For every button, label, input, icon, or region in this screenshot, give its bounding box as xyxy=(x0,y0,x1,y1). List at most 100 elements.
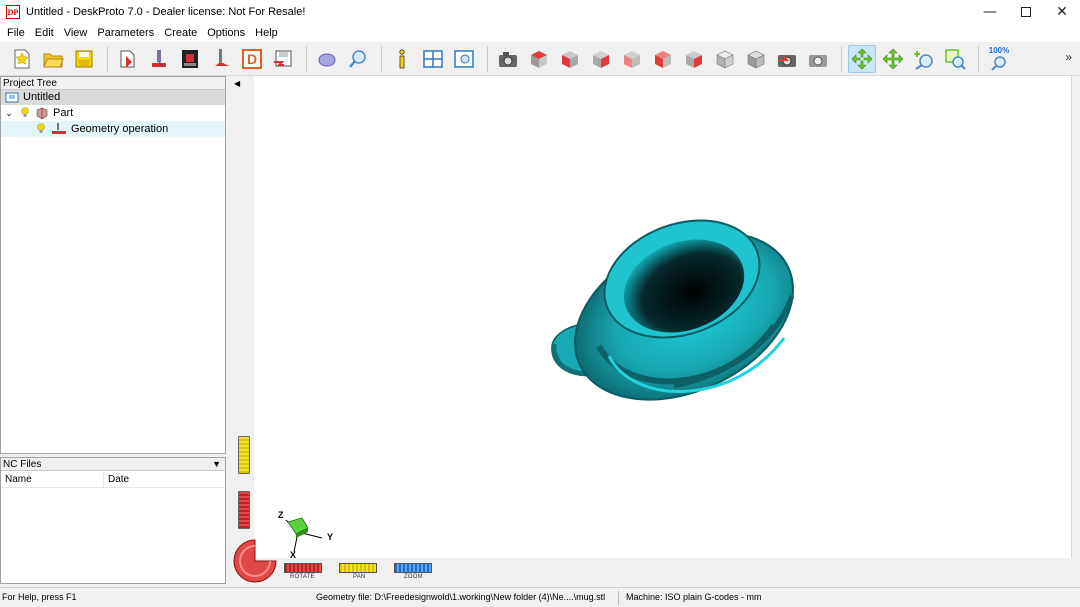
geometry-zoom-button[interactable] xyxy=(344,45,372,73)
camera-icon xyxy=(499,51,517,67)
column-header-name[interactable]: Name xyxy=(1,471,104,487)
cube-back-icon xyxy=(655,50,671,68)
zoom-window-icon xyxy=(945,48,966,70)
view-right-button[interactable] xyxy=(587,45,615,73)
camera-redo-icon xyxy=(809,54,827,67)
maximize-button[interactable] xyxy=(1008,0,1044,24)
machine-parameters-button[interactable] xyxy=(176,45,204,73)
menu-parameters[interactable]: Parameters xyxy=(92,24,159,42)
menu-help[interactable]: Help xyxy=(250,24,283,42)
info-icon xyxy=(399,48,405,68)
view-top-button[interactable] xyxy=(525,45,553,73)
cube-front-icon xyxy=(562,50,578,68)
magnifier-icon xyxy=(349,49,366,68)
project-icon xyxy=(5,92,19,103)
deskproto-window: DP Untitled - DeskProto 7.0 - Dealer lic… xyxy=(0,0,1080,607)
operation-parameters-button[interactable] xyxy=(145,45,173,73)
tree-item-label: Geometry operation xyxy=(71,123,169,135)
menu-file[interactable]: File xyxy=(2,24,30,42)
part-icon xyxy=(36,107,48,120)
toolbar-separator xyxy=(381,45,382,72)
zoom-100-icon xyxy=(991,55,1006,71)
menu-options[interactable]: Options xyxy=(202,24,250,42)
status-machine: Machine: ISO plain G-codes - mm xyxy=(626,592,762,602)
column-header-date[interactable]: Date xyxy=(104,471,129,487)
tree-root-untitled[interactable]: Untitled xyxy=(1,90,225,105)
geometry-view-icon xyxy=(318,52,336,67)
pan-mode-button[interactable] xyxy=(879,45,907,73)
axis-y-label: Y xyxy=(327,532,333,542)
geometry-view-button[interactable] xyxy=(313,45,341,73)
drawing-parameters-button[interactable]: D xyxy=(238,45,266,73)
save-nc-icon xyxy=(274,50,292,66)
view-layout-button[interactable] xyxy=(450,45,478,73)
nc-files-title: NC Files ▼ xyxy=(1,458,225,471)
lightbulb-icon[interactable] xyxy=(35,122,47,136)
nc-files-title-label: NC Files xyxy=(3,459,42,470)
menu-create[interactable]: Create xyxy=(159,24,202,42)
pan-horizontal-slider[interactable] xyxy=(339,563,377,573)
tree-item-label: Part xyxy=(53,107,74,119)
status-divider xyxy=(618,591,619,605)
zoom-fit-button[interactable]: 100% xyxy=(985,45,1013,73)
rotate-horizontal-slider[interactable] xyxy=(284,563,322,573)
status-geometry-file: Geometry file: D:\Freedesignwold\1.worki… xyxy=(316,592,606,602)
view-undo-button[interactable] xyxy=(773,45,801,73)
operation-icon xyxy=(52,123,66,134)
minimize-button[interactable]: — xyxy=(972,0,1008,24)
save-project-button[interactable] xyxy=(70,45,98,73)
view-bottom-button[interactable] xyxy=(680,45,708,73)
rotate-dial[interactable] xyxy=(232,538,278,584)
info-button[interactable] xyxy=(388,45,416,73)
project-tree-panel: Project Tree Untitled ⌄ Part Geometry op… xyxy=(0,76,226,454)
save-nc-button[interactable] xyxy=(269,45,297,73)
viewport-area: ◀ Z Y X ROTATE PAN ZOOM xyxy=(230,76,1072,584)
view-iso-2-button[interactable] xyxy=(742,45,770,73)
rotate-vertical-slider[interactable] xyxy=(238,491,250,529)
zoom-window-button[interactable] xyxy=(941,45,969,73)
axis-z-label: Z xyxy=(278,510,284,520)
new-project-button[interactable] xyxy=(8,45,36,73)
nc-files-table-header: Name Date xyxy=(1,471,225,488)
collapse-left-icon[interactable]: ◀ xyxy=(234,79,240,88)
operation-parameters-icon xyxy=(152,49,166,67)
menu-bar: File Edit View Parameters Create Options… xyxy=(0,24,1080,42)
view-redo-button[interactable] xyxy=(804,45,832,73)
3d-viewport[interactable]: Z Y X xyxy=(254,76,1072,558)
title-bar: DP Untitled - DeskProto 7.0 - Dealer lic… xyxy=(0,0,1080,24)
close-button[interactable]: ✕ xyxy=(1044,0,1080,24)
lightbulb-icon[interactable] xyxy=(19,106,31,120)
tree-root-label: Untitled xyxy=(23,91,61,103)
view-left-button[interactable] xyxy=(618,45,646,73)
tile-views-button[interactable] xyxy=(419,45,447,73)
svg-text:D: D xyxy=(247,51,257,67)
tree-item-part[interactable]: ⌄ Part xyxy=(1,105,225,121)
mug-model[interactable] xyxy=(254,76,1072,558)
zoom-mode-button[interactable] xyxy=(910,45,938,73)
rotate-slider-label: ROTATE xyxy=(290,574,315,580)
rotate-arrows-icon xyxy=(851,48,873,69)
dropdown-arrow-icon[interactable]: ▼ xyxy=(212,458,221,470)
toolbar-overflow-icon[interactable]: » xyxy=(1065,50,1072,64)
tree-item-geometry-operation[interactable]: Geometry operation xyxy=(1,121,225,137)
zoom-horizontal-slider[interactable] xyxy=(394,563,432,573)
pan-vertical-slider[interactable] xyxy=(238,436,250,474)
view-iso-button[interactable] xyxy=(711,45,739,73)
part-parameters-button[interactable] xyxy=(114,45,142,73)
collapse-chevron-icon[interactable]: ⌄ xyxy=(3,108,15,119)
view-front-button[interactable] xyxy=(556,45,584,73)
camera-view-button[interactable] xyxy=(494,45,522,73)
rotate-mode-button[interactable] xyxy=(848,44,876,73)
zoom-slider-label: ZOOM xyxy=(404,574,423,580)
main-toolbar: D 100% » xyxy=(0,42,1080,76)
save-icon xyxy=(75,50,93,67)
view-back-button[interactable] xyxy=(649,45,677,73)
zoom-level-label: 100% xyxy=(988,45,1010,55)
menu-edit[interactable]: Edit xyxy=(30,24,59,42)
open-project-button[interactable] xyxy=(39,45,67,73)
toolbar-separator xyxy=(841,45,842,72)
zoom-in-icon xyxy=(914,50,933,70)
menu-view[interactable]: View xyxy=(59,24,93,42)
cube-iso-2-icon xyxy=(747,50,765,68)
cutter-parameters-button[interactable] xyxy=(207,45,235,73)
